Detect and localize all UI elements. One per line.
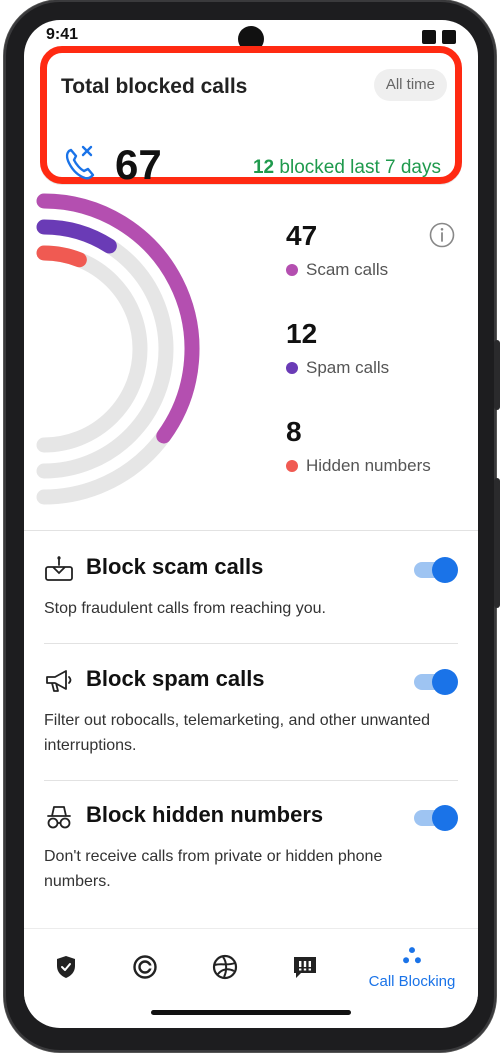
total-blocked-count: 67 [115, 141, 162, 188]
stat-hidden: 8 Hidden numbers [286, 416, 431, 476]
spam-ring-value [36, 219, 117, 254]
setting-header: Block hidden numbers [44, 800, 458, 834]
toggle-thumb [432, 669, 458, 695]
recent-blocked-label: blocked last 7 days [274, 157, 441, 178]
megaphone-icon [46, 670, 72, 692]
call-blocking-icon [403, 946, 421, 963]
stat-label: Hidden numbers [306, 456, 431, 475]
shield-check-icon [57, 956, 75, 978]
section-divider [24, 530, 478, 531]
recent-blocked-summary: 12 blocked last 7 days [253, 157, 441, 179]
setting-divider [44, 643, 458, 644]
web-protection-icon [133, 955, 157, 979]
setting-header: Block scam calls [44, 552, 458, 586]
nav-item-messages[interactable] [265, 929, 345, 1005]
scam-alert-icon [45, 556, 73, 581]
stat-label: Spam calls [306, 358, 390, 377]
setting-description: Filter out robocalls, telemarketing, and… [44, 712, 430, 754]
setting-block-scam: Block scam calls Stop fraudulent calls f… [44, 552, 458, 621]
stat-legend: Hidden numbers [286, 456, 431, 476]
setting-title: Block hidden numbers [86, 802, 324, 827]
spam-ring-track [36, 219, 174, 479]
recent-blocked-count: 12 [252, 157, 275, 178]
nav-item-web[interactable] [105, 929, 185, 1005]
setting-block-hidden: Block hidden numbers Don't receive calls… [44, 800, 458, 894]
phone-frame: 9:41 Total blocked calls All time 67 12 … [4, 0, 500, 1052]
info-icon[interactable] [429, 222, 455, 248]
stat-legend: Scam calls [286, 260, 388, 280]
nav-item-sports[interactable] [185, 929, 265, 1005]
screen: 9:41 Total blocked calls All time 67 12 … [24, 20, 478, 1028]
hidden-ring-track [36, 245, 148, 453]
stat-spam: 12 Spam calls [286, 318, 389, 378]
legend-dot [286, 264, 298, 276]
volume-button [494, 340, 500, 410]
block-scam-toggle[interactable] [414, 556, 458, 583]
summary-title: Total blocked calls [61, 75, 248, 98]
blocked-calls-summary-card: Total blocked calls All time 67 12 block… [40, 46, 462, 188]
legend-dot [286, 460, 298, 472]
incognito-icon [47, 806, 71, 829]
home-indicator[interactable] [151, 1010, 351, 1015]
block-hidden-toggle[interactable] [414, 804, 458, 831]
time-filter-chip[interactable]: All time [373, 69, 447, 101]
stat-scam: 47 Scam calls [286, 220, 388, 280]
hidden-ring-value [36, 245, 87, 268]
ball-icon [212, 954, 238, 980]
stat-count: 12 [286, 318, 318, 349]
nav-label: Call Blocking [368, 972, 456, 990]
setting-header: Block spam calls [44, 664, 458, 698]
battery-icon [442, 30, 456, 44]
blocked-breakdown-rings [36, 193, 200, 505]
nav-item-protection[interactable] [26, 929, 106, 1005]
toggle-thumb [432, 805, 458, 831]
setting-description: Stop fraudulent calls from reaching you. [44, 600, 326, 617]
setting-title: Block spam calls [86, 666, 265, 691]
legend-dot [286, 362, 298, 374]
message-alert-icon [294, 957, 316, 978]
stat-label: Scam calls [306, 260, 389, 279]
bottom-navigation: Call Blocking [24, 928, 478, 1004]
nav-item-call-blocking[interactable]: Call Blocking [368, 929, 456, 1005]
block-spam-toggle[interactable] [414, 668, 458, 695]
stat-count: 8 [286, 416, 302, 447]
stat-legend: Spam calls [286, 358, 389, 378]
toggle-thumb [432, 557, 458, 583]
setting-block-spam: Block spam calls Filter out robocalls, t… [44, 664, 458, 758]
stat-count: 47 [286, 220, 318, 251]
setting-description: Don't receive calls from private or hidd… [44, 848, 383, 890]
power-button [494, 478, 500, 608]
blocked-call-icon [65, 145, 95, 180]
setting-title: Block scam calls [86, 554, 264, 579]
wifi-icon [422, 30, 436, 44]
status-icons [422, 30, 456, 44]
status-time: 9:41 [46, 26, 79, 43]
setting-divider [44, 780, 458, 781]
